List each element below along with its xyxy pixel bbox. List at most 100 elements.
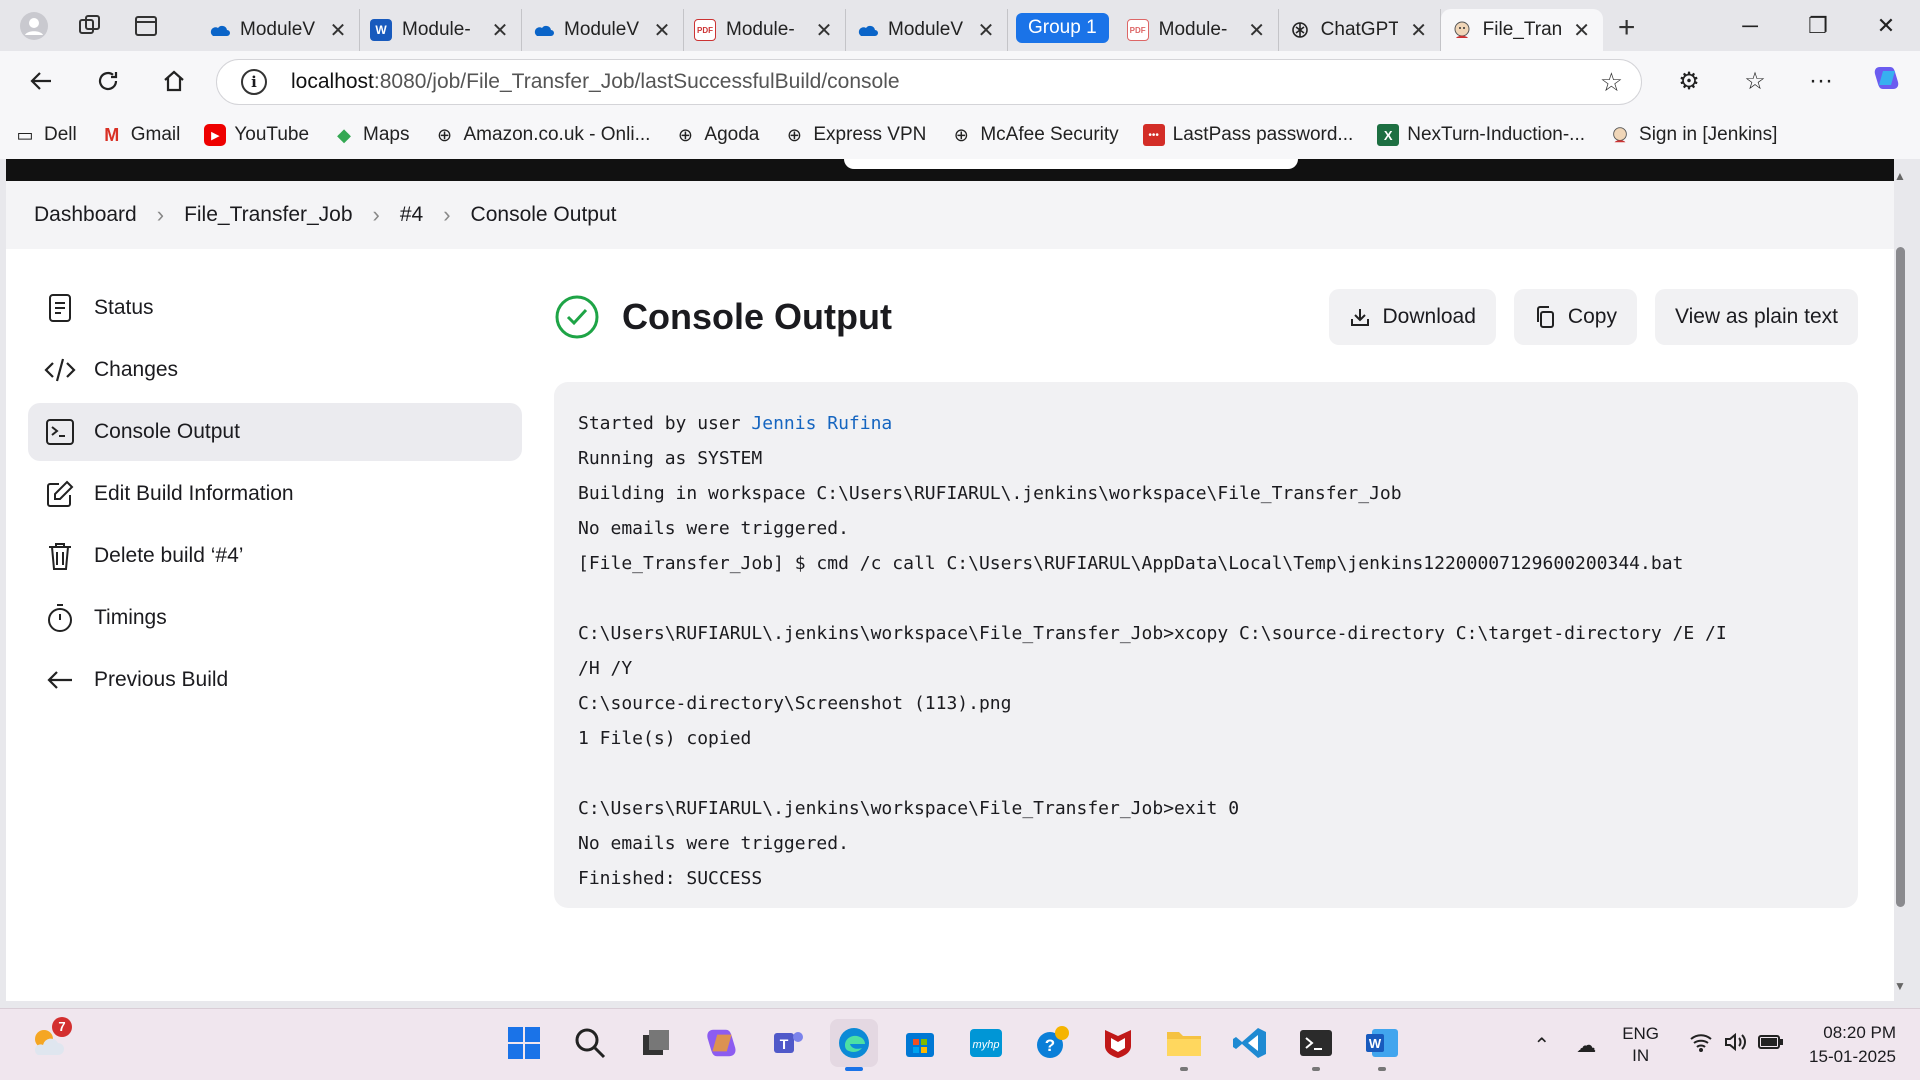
info-icon[interactable]: i: [241, 69, 267, 95]
breadcrumb-current[interactable]: Console Output: [471, 203, 617, 227]
vscode-icon[interactable]: [1226, 1019, 1274, 1067]
close-window-icon[interactable]: ✕: [1852, 0, 1920, 51]
store-icon[interactable]: [896, 1019, 944, 1067]
console-output[interactable]: Started by user Jennis Rufina Running as…: [554, 382, 1858, 908]
clock[interactable]: 08:20 PM 15-01-2025: [1809, 1021, 1896, 1069]
copilot-taskbar-icon[interactable]: [698, 1019, 746, 1067]
tab-group-chip[interactable]: Group 1: [1016, 13, 1109, 43]
browser-tab-active[interactable]: File_Tran ✕: [1440, 9, 1603, 51]
user-link[interactable]: Jennis Rufina: [751, 413, 892, 434]
copilot-icon[interactable]: [1854, 63, 1920, 100]
help-icon[interactable]: ?: [1028, 1019, 1076, 1067]
browser-tab[interactable]: PDF Module- ✕: [1117, 9, 1279, 51]
close-icon[interactable]: ✕: [1571, 18, 1593, 43]
volume-icon[interactable]: [1723, 1032, 1747, 1058]
bookmark-item[interactable]: ▭ Dell: [14, 124, 77, 146]
sidebar-item-label: Delete build ‘#4’: [94, 544, 244, 567]
sidebar-item-timings[interactable]: Timings: [28, 589, 522, 647]
more-menu-icon[interactable]: ···: [1788, 67, 1854, 95]
bookmark-item[interactable]: ⊕ McAfee Security: [950, 124, 1119, 146]
restore-icon[interactable]: ❐: [1784, 0, 1852, 51]
start-icon[interactable]: [500, 1019, 548, 1067]
browser-tab[interactable]: ModuleV ✕: [522, 9, 684, 51]
favorite-star-icon[interactable]: ☆: [1600, 67, 1623, 98]
breadcrumb: Dashboard › File_Transfer_Job › #4 › Con…: [6, 181, 1894, 249]
download-label: Download: [1382, 305, 1476, 328]
language-indicator[interactable]: ENG IN: [1622, 1023, 1659, 1067]
bookmark-label: Express VPN: [813, 124, 927, 145]
home-icon[interactable]: [152, 59, 196, 103]
chevron-up-icon[interactable]: ⌃: [1533, 1033, 1550, 1058]
sidebar-item-previous-build[interactable]: Previous Build: [28, 651, 522, 709]
bookmark-item[interactable]: ⊕ Agoda: [674, 124, 760, 146]
bookmark-item[interactable]: ▶ YouTube: [204, 124, 309, 146]
url-text[interactable]: localhost:8080/job/File_Transfer_Job/las…: [291, 70, 900, 94]
onedrive-tray-icon[interactable]: ☁: [1576, 1033, 1596, 1058]
bookmark-label: Amazon.co.uk - Onli...: [463, 124, 651, 145]
browser-tab[interactable]: W Module- ✕: [360, 9, 522, 51]
close-icon[interactable]: ✕: [1408, 18, 1430, 43]
globe-icon: ⊕: [953, 124, 969, 145]
browser-tab[interactable]: ModuleV ✕: [198, 9, 360, 51]
page-viewport: Dashboard › File_Transfer_Job › #4 › Con…: [6, 159, 1894, 1001]
address-bar[interactable]: i localhost:8080/job/File_Transfer_Job/l…: [216, 59, 1642, 105]
browser-tab[interactable]: ChatGPT ✕: [1279, 9, 1441, 51]
breadcrumb-job[interactable]: File_Transfer_Job: [184, 203, 352, 227]
browser-tab[interactable]: ModuleV ✕: [846, 9, 1008, 51]
workspaces-icon[interactable]: [68, 6, 112, 46]
browser-tab[interactable]: PDF Module- ✕: [684, 9, 846, 51]
extensions-icon[interactable]: ⚙: [1656, 67, 1722, 96]
bookmark-item[interactable]: X NexTurn-Induction-...: [1377, 124, 1585, 146]
bookmark-item[interactable]: ◆ Maps: [333, 124, 409, 146]
bookmark-item[interactable]: ⊕ Express VPN: [783, 124, 927, 146]
scroll-up-icon[interactable]: ▲: [1894, 169, 1906, 183]
close-icon[interactable]: ✕: [327, 18, 349, 43]
new-tab-icon[interactable]: +: [1603, 11, 1651, 45]
refresh-icon[interactable]: [86, 59, 130, 103]
sidebar-item-delete-build[interactable]: Delete build ‘#4’: [28, 527, 522, 585]
minimize-icon[interactable]: ─: [1716, 0, 1784, 51]
weather-widget[interactable]: 7: [28, 1017, 72, 1063]
task-view-icon[interactable]: [632, 1019, 680, 1067]
teams-icon[interactable]: T: [764, 1019, 812, 1067]
sidebar-item-changes[interactable]: Changes: [28, 341, 522, 399]
breadcrumb-dashboard[interactable]: Dashboard: [34, 203, 137, 227]
close-icon[interactable]: ✕: [1246, 18, 1268, 43]
scroll-down-icon[interactable]: ▼: [1894, 979, 1906, 993]
close-icon[interactable]: ✕: [489, 18, 511, 43]
search-icon[interactable]: [566, 1019, 614, 1067]
profile-icon[interactable]: [12, 6, 56, 46]
bookmark-item[interactable]: ⊕ Amazon.co.uk - Onli...: [434, 124, 651, 146]
sidebar-item-console-output[interactable]: Console Output: [28, 403, 522, 461]
back-icon[interactable]: [20, 59, 64, 103]
view-plain-text-button[interactable]: View as plain text: [1654, 289, 1858, 345]
terminal-taskbar-icon[interactable]: [1292, 1019, 1340, 1071]
wifi-icon[interactable]: [1689, 1032, 1713, 1058]
download-icon: [1350, 309, 1369, 326]
favorites-icon[interactable]: ☆: [1722, 67, 1788, 96]
file-explorer-icon[interactable]: [1160, 1019, 1208, 1071]
tab-label: File_Tran: [1482, 19, 1561, 40]
close-icon[interactable]: ✕: [975, 18, 997, 43]
tab-actions-icon[interactable]: [124, 6, 168, 46]
bookmark-label: Dell: [44, 124, 77, 145]
copy-button[interactable]: Copy: [1513, 289, 1637, 345]
mcafee-icon[interactable]: [1094, 1019, 1142, 1067]
battery-icon[interactable]: [1757, 1033, 1784, 1057]
globe-icon: ⊕: [436, 124, 453, 145]
sidebar-item-status[interactable]: Status: [28, 279, 522, 337]
page-scrollbar[interactable]: ▲ ▼: [1894, 159, 1906, 1001]
bookmark-item[interactable]: ••• LastPass password...: [1142, 124, 1353, 146]
word-taskbar-icon[interactable]: W: [1358, 1019, 1406, 1071]
close-icon[interactable]: ✕: [813, 18, 835, 43]
edge-icon[interactable]: [830, 1019, 878, 1071]
gmail-icon: M: [104, 124, 120, 145]
breadcrumb-build[interactable]: #4: [400, 203, 423, 227]
scrollbar-thumb[interactable]: [1896, 247, 1905, 907]
sidebar-item-edit-build-information[interactable]: Edit Build Information: [28, 465, 522, 523]
download-button[interactable]: Download: [1328, 289, 1496, 345]
close-icon[interactable]: ✕: [651, 18, 673, 43]
myhp-icon[interactable]: myhp: [962, 1019, 1010, 1067]
bookmark-item[interactable]: Sign in [Jenkins]: [1609, 124, 1777, 146]
bookmark-item[interactable]: M Gmail: [101, 124, 180, 146]
